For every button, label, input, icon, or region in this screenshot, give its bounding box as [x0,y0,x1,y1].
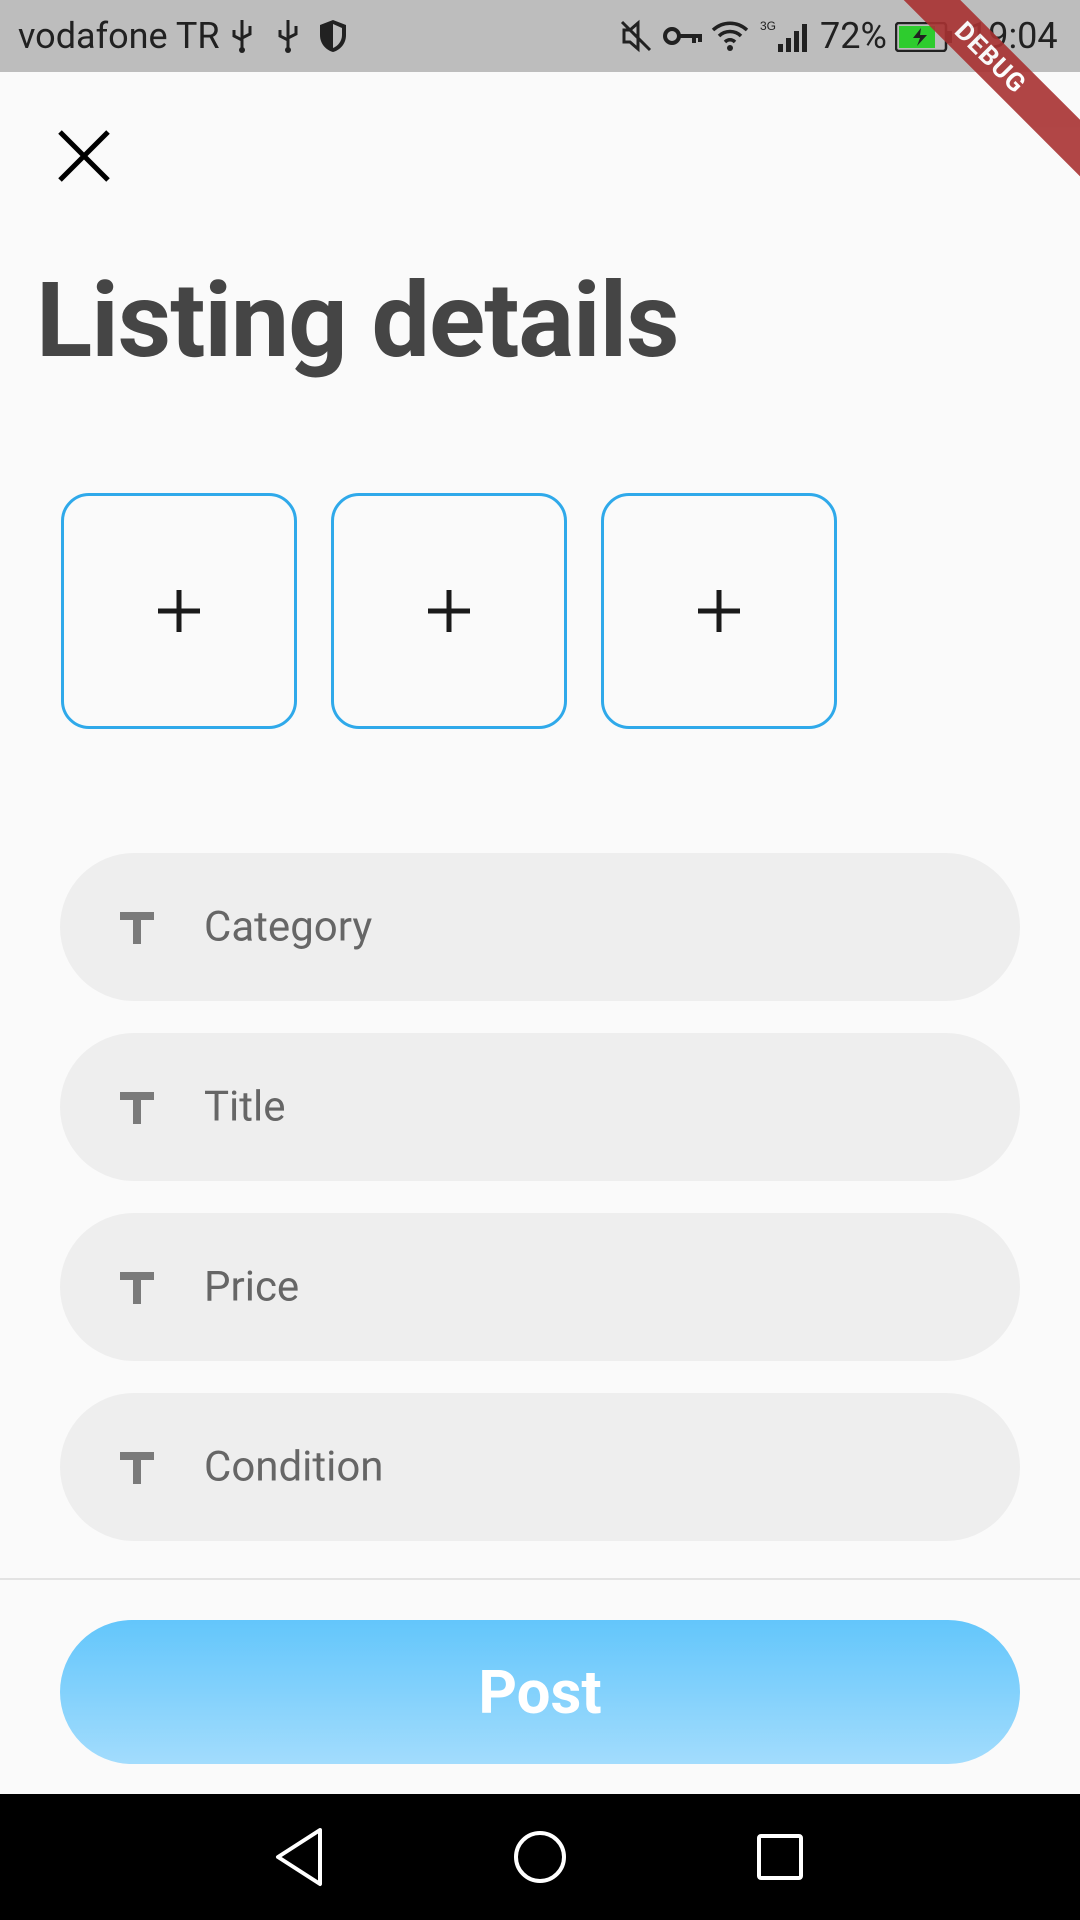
plus-icon [158,590,200,632]
condition-placeholder: Condition [204,1442,384,1492]
usb-icon [232,20,252,53]
back-icon[interactable] [266,1824,332,1890]
close-icon [58,130,110,182]
carrier-name: vodafone TR [18,15,220,57]
text-t-icon [120,1272,154,1304]
title-placeholder: Title [204,1082,286,1132]
text-t-icon [120,1092,154,1124]
battery-percent: 72% [820,15,887,57]
divider [0,1578,1080,1580]
text-t-icon [120,1452,154,1484]
price-field[interactable]: Price [60,1213,1020,1361]
vpn-key-icon [663,27,702,45]
system-nav-bar [0,1794,1080,1920]
title-field[interactable]: Title [60,1033,1020,1181]
text-t-icon [120,912,154,944]
page-title: Listing details [36,261,680,382]
mute-icon [620,19,652,53]
wifi-icon [711,21,749,51]
post-button-label: Post [478,1656,602,1728]
post-button[interactable]: Post [60,1620,1020,1764]
category-field[interactable]: Category [60,853,1020,1001]
plus-icon [428,590,470,632]
add-photo-button-1[interactable] [61,493,297,729]
usb-icon [278,20,298,53]
svg-text:3G: 3G [760,19,776,33]
shield-icon [320,20,346,52]
condition-field[interactable]: Condition [60,1393,1020,1541]
signal-3g-icon: 3G [760,19,807,52]
add-photo-button-3[interactable] [601,493,837,729]
close-button[interactable] [52,124,116,188]
category-placeholder: Category [204,902,373,952]
home-icon[interactable] [507,1824,573,1890]
price-placeholder: Price [204,1262,300,1312]
plus-icon [698,590,740,632]
add-photo-button-2[interactable] [331,493,567,729]
recents-icon[interactable] [747,1824,813,1890]
